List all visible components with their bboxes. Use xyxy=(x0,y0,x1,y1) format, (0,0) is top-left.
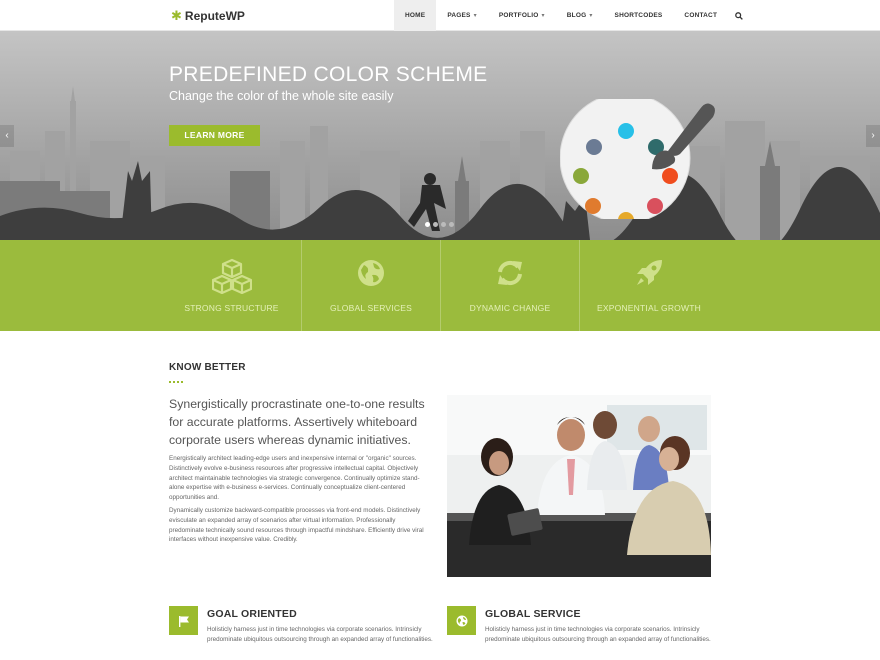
service-icon-badge xyxy=(169,606,198,635)
slide-dot[interactable] xyxy=(449,222,454,227)
feature-label: GLOBAL SERVICES xyxy=(330,303,412,313)
feature-dynamic-change[interactable]: DYNAMIC CHANGE xyxy=(440,240,579,331)
feature-label: STRONG STRUCTURE xyxy=(184,303,279,313)
features-band: STRONG STRUCTURE GLOBAL SERVICES DYNAMIC… xyxy=(0,240,880,331)
header: ✱ ReputeWP HOME PAGES ▾ PORTFOLIO ▾ BLOG ▾ … xyxy=(0,0,880,31)
feature-exponential-growth[interactable]: EXPONENTIAL GROWTH xyxy=(579,240,718,331)
next-slide-button[interactable]: › xyxy=(866,125,880,147)
body-paragraph: Energistically architect leading-edge us… xyxy=(169,455,420,502)
globe-icon xyxy=(358,260,384,286)
palette-swatch xyxy=(585,198,601,214)
nav-label: SHORTCODES xyxy=(614,12,663,19)
palette-swatch xyxy=(647,198,663,214)
site-name: ReputeWP xyxy=(184,9,245,23)
palette-swatch xyxy=(618,123,634,139)
meeting-illustration xyxy=(447,395,711,577)
globe-icon xyxy=(456,615,467,626)
service-text: Holisticly harness just in time technolo… xyxy=(207,626,433,643)
nav-item-home[interactable]: HOME xyxy=(394,0,437,31)
hero-subtitle: Change the color of the whole site easil… xyxy=(169,89,394,103)
logo-mark-icon: ✱ xyxy=(171,8,182,23)
chevron-down-icon: ▾ xyxy=(589,13,593,19)
palette-swatch xyxy=(573,168,589,184)
feature-strong-structure[interactable]: STRONG STRUCTURE xyxy=(162,240,301,331)
nav-item-contact[interactable]: CONTACT xyxy=(673,0,728,31)
section-title: KNOW BETTER xyxy=(169,362,246,373)
nav-item-pages[interactable]: PAGES ▾ xyxy=(436,0,488,31)
color-palette-icon xyxy=(560,99,715,219)
chevron-down-icon: ▾ xyxy=(541,13,545,19)
slide-dot[interactable] xyxy=(441,222,446,227)
slide-dot[interactable] xyxy=(425,222,430,227)
nav-label: HOME xyxy=(405,12,426,19)
site-logo[interactable]: ✱ ReputeWP xyxy=(171,8,245,24)
chevron-right-icon: › xyxy=(871,130,875,141)
body-paragraph: Dynamically customize backward-compatibl… xyxy=(169,507,424,544)
section-divider xyxy=(169,381,183,383)
flag-icon xyxy=(178,615,189,627)
feature-label: EXPONENTIAL GROWTH xyxy=(597,303,701,313)
nav-item-shortcodes[interactable]: SHORTCODES xyxy=(604,0,674,31)
nav-item-portfolio[interactable]: PORTFOLIO ▾ xyxy=(488,0,556,31)
hero-slider: PREDEFINED COLOR SCHEME Change the color… xyxy=(0,31,880,240)
nav-label: CONTACT xyxy=(684,12,718,19)
refresh-icon xyxy=(498,260,522,286)
lead-text: Synergistically procrastinate one-to-one… xyxy=(169,397,425,447)
search-icon xyxy=(735,11,743,20)
cubes-icon xyxy=(211,258,252,294)
service-title: GOAL ORIENTED xyxy=(207,608,297,620)
service-title: GLOBAL SERVICE xyxy=(485,608,581,620)
service-icon-badge xyxy=(447,606,476,635)
palette-swatch xyxy=(662,168,678,184)
slide-dot[interactable] xyxy=(433,222,438,227)
nav-item-blog[interactable]: BLOG ▾ xyxy=(556,0,604,31)
feature-global-services[interactable]: GLOBAL SERVICES xyxy=(301,240,440,331)
search-button[interactable] xyxy=(728,0,750,31)
rocket-icon xyxy=(637,260,662,285)
prev-slide-button[interactable]: ‹ xyxy=(0,125,14,147)
chevron-down-icon: ▾ xyxy=(473,13,477,19)
hero-title: PREDEFINED COLOR SCHEME xyxy=(169,63,488,86)
service-text: Holisticly harness just in time technolo… xyxy=(485,626,711,643)
main-nav: HOME PAGES ▾ PORTFOLIO ▾ BLOG ▾ SHORTCODES … xyxy=(394,0,750,31)
nav-label: BLOG xyxy=(566,12,587,19)
chevron-left-icon: ‹ xyxy=(5,130,9,141)
slider-pagination xyxy=(425,222,454,227)
learn-more-button[interactable]: LEARN MORE xyxy=(169,125,260,146)
feature-label: DYNAMIC CHANGE xyxy=(469,303,551,313)
palette-swatch xyxy=(586,139,602,155)
nav-label: PORTFOLIO xyxy=(498,12,539,19)
nav-label: PAGES xyxy=(447,12,471,19)
team-meeting-photo xyxy=(447,395,711,577)
